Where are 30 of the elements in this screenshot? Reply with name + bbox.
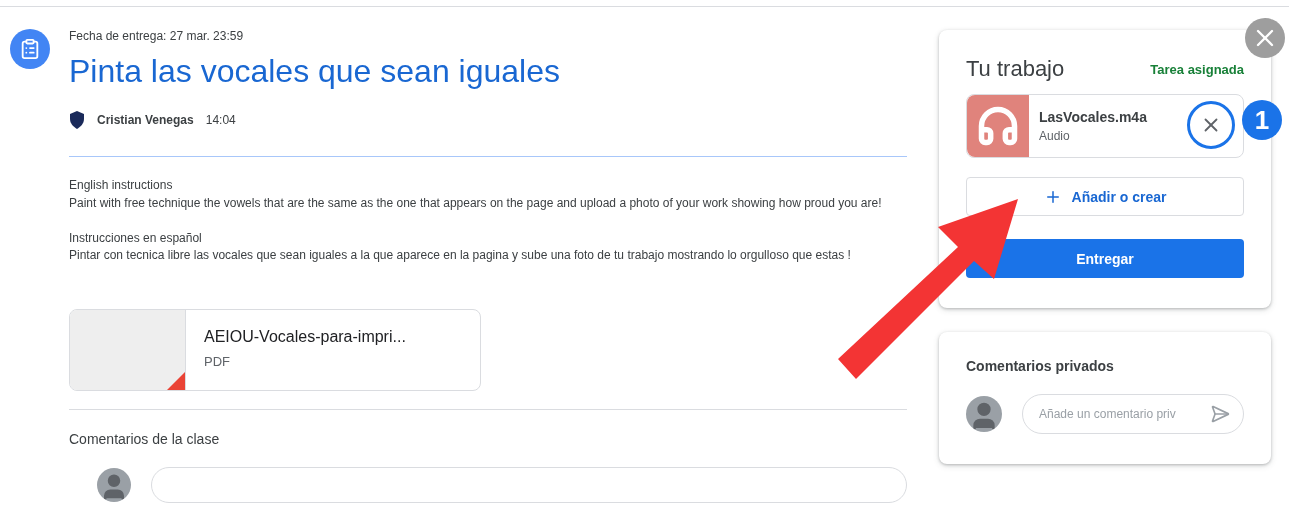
remove-button[interactable] xyxy=(1187,101,1235,149)
status-label: Tarea asignada xyxy=(1150,61,1244,77)
file-name: LasVocales.m4a xyxy=(1039,109,1147,125)
step-badge: 1 xyxy=(1242,100,1282,140)
attachment-name: AEIOU-Vocales-para-impri... xyxy=(204,328,406,346)
instructions-text: Paint with free technique the vowels that are the same as the one that appears on the page and upload a photo of your work showing how proud you are! xyxy=(69,194,883,212)
due-date: Fecha de entrega: 27 mar. 23:59 xyxy=(69,29,245,43)
attachment-type: PDF xyxy=(204,354,231,369)
instructions-text: Pintar con tecnica libre las vocales que sean iguales a la que aparece en la pagina y sube una foto de tu trabajo mostrando lo orgulloso que estas ! xyxy=(69,247,852,264)
file-card[interactable]: LasVocales.m4a Audio xyxy=(966,94,1244,158)
post-time: 14:04 xyxy=(205,113,236,127)
instructions-heading: English instructions xyxy=(69,177,174,194)
assignment-icon xyxy=(10,29,50,69)
instructions-heading: Instrucciones en español xyxy=(69,229,203,247)
class-comments-title: Comentarios de la clase xyxy=(69,431,221,447)
send-icon[interactable] xyxy=(1210,404,1230,424)
submit-button[interactable]: Entregar xyxy=(966,239,1244,278)
assignment-title: Pinta las vocales que sean iguales xyxy=(69,53,561,90)
author-name: Cristian Venegas xyxy=(97,113,194,127)
attachment-card[interactable]: AEIOU-Vocales-para-impri... PDF xyxy=(69,309,481,391)
comment-field[interactable]: Añade un comentario priv xyxy=(1022,394,1244,434)
headphones-icon xyxy=(967,95,1029,157)
avatar xyxy=(97,468,131,502)
work-title: Tu trabajo xyxy=(966,56,1065,82)
private-comments-title: Comentarios privados xyxy=(966,358,1115,374)
avatar xyxy=(966,396,1002,432)
add-button[interactable]: Añadir o crear xyxy=(966,177,1244,216)
file-type: Audio xyxy=(1039,129,1071,143)
shield-icon xyxy=(69,110,85,130)
close-button[interactable] xyxy=(1245,18,1285,58)
